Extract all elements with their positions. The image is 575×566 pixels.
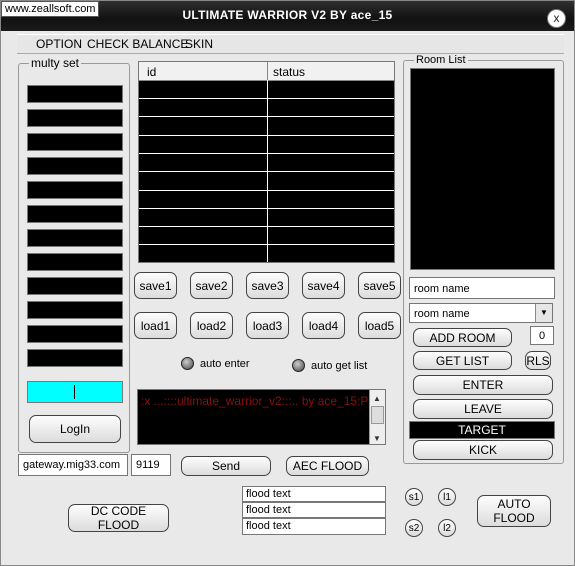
s1-button[interactable]: s1 xyxy=(405,488,423,506)
l2-button[interactable]: l2 xyxy=(438,519,456,537)
leave-button[interactable]: LEAVE xyxy=(413,399,553,419)
load1-button[interactable]: load1 xyxy=(134,312,177,339)
scroll-down-icon[interactable]: ▼ xyxy=(371,431,383,443)
port-field[interactable]: 9119 xyxy=(131,454,171,476)
account-table: id status xyxy=(138,61,395,263)
load5-button[interactable]: load5 xyxy=(358,312,401,339)
menu-skin[interactable]: SKIN xyxy=(185,37,213,51)
scroll-up-icon[interactable]: ▲ xyxy=(371,391,383,403)
load4-button[interactable]: load4 xyxy=(302,312,345,339)
multy-slot[interactable] xyxy=(27,349,123,367)
room-name-select[interactable]: room name ▼ xyxy=(409,303,553,323)
log-scrollbar[interactable]: ▲ ▼ xyxy=(369,390,385,444)
room-list-title: Room List xyxy=(414,54,468,66)
room-name-field[interactable]: room name xyxy=(409,277,555,299)
flood-text-2[interactable]: flood text xyxy=(242,502,386,518)
multy-slot[interactable] xyxy=(27,253,123,271)
table-header: id status xyxy=(139,62,394,81)
flood-text-3[interactable]: flood text xyxy=(242,518,386,535)
save5-button[interactable]: save5 xyxy=(358,272,401,299)
close-icon[interactable]: x xyxy=(547,9,566,28)
app-window: ULTIMATE WARRIOR V2 BY ace_15 www.zealls… xyxy=(0,0,575,566)
load3-button[interactable]: load3 xyxy=(246,312,289,339)
auto-enter-radio[interactable] xyxy=(181,357,194,370)
room-name-select-value: room name xyxy=(414,308,470,320)
kick-button[interactable]: KICK xyxy=(413,440,553,460)
menu-check-balance[interactable]: CHECK BALANCE xyxy=(87,37,188,51)
target-display[interactable]: TARGET xyxy=(409,421,555,439)
save2-button[interactable]: save2 xyxy=(190,272,233,299)
column-divider xyxy=(267,80,268,262)
enter-button[interactable]: ENTER xyxy=(413,375,553,395)
title-bar[interactable]: ULTIMATE WARRIOR V2 BY ace_15 www.zealls… xyxy=(1,1,574,31)
room-count-field[interactable]: 0 xyxy=(530,326,554,345)
multy-set-title: multy set xyxy=(29,56,82,70)
save4-button[interactable]: save4 xyxy=(302,272,345,299)
column-status[interactable]: status xyxy=(273,65,305,79)
multy-slot[interactable] xyxy=(27,133,123,151)
l1-button[interactable]: l1 xyxy=(438,488,456,506)
multy-slot[interactable] xyxy=(27,85,123,103)
text-cursor xyxy=(74,385,75,399)
multy-slot[interactable] xyxy=(27,205,123,223)
get-list-button[interactable]: GET LIST xyxy=(413,351,512,370)
multy-slot[interactable] xyxy=(27,109,123,127)
flood-text-1[interactable]: flood text xyxy=(242,486,386,502)
log-text: :x ...::::ultimate_warrior_v2:::.. by ac… xyxy=(141,394,369,408)
multy-slot[interactable] xyxy=(27,325,123,343)
save3-button[interactable]: save3 xyxy=(246,272,289,299)
add-room-button[interactable]: ADD ROOM xyxy=(413,328,512,347)
multy-slot[interactable] xyxy=(27,157,123,175)
chat-log[interactable]: :x ...::::ultimate_warrior_v2:::.. by ac… xyxy=(137,389,386,445)
auto-flood-button[interactable]: AUTO FLOOD xyxy=(477,495,551,527)
load2-button[interactable]: load2 xyxy=(190,312,233,339)
login-input[interactable] xyxy=(27,381,123,403)
s2-button[interactable]: s2 xyxy=(405,519,423,537)
watermark: www.zeallsoft.com xyxy=(1,1,100,17)
aec-flood-button[interactable]: AEC FLOOD xyxy=(286,456,369,476)
send-button[interactable]: Send xyxy=(181,456,271,476)
menu-bar: OPTION CHECK BALANCE SKIN xyxy=(17,34,564,54)
auto-get-list-label: auto get list xyxy=(311,360,368,372)
multy-slot[interactable] xyxy=(27,277,123,295)
chevron-down-icon[interactable]: ▼ xyxy=(535,304,552,322)
auto-get-list-radio[interactable] xyxy=(292,359,305,372)
header-divider xyxy=(267,62,268,80)
save1-button[interactable]: save1 xyxy=(134,272,177,299)
multy-slot[interactable] xyxy=(27,181,123,199)
scroll-thumb[interactable] xyxy=(371,406,384,424)
multy-slot[interactable] xyxy=(27,301,123,319)
column-id[interactable]: id xyxy=(147,65,156,79)
multy-slot[interactable] xyxy=(27,229,123,247)
room-list[interactable] xyxy=(410,68,555,270)
login-button[interactable]: LogIn xyxy=(29,415,121,443)
menu-option[interactable]: OPTION xyxy=(36,37,82,51)
auto-enter-label: auto enter xyxy=(200,358,250,370)
dc-code-flood-button[interactable]: DC CODE FLOOD xyxy=(68,504,169,532)
host-field[interactable]: gateway.mig33.com xyxy=(18,454,128,476)
rls-button[interactable]: RLS xyxy=(525,351,551,370)
